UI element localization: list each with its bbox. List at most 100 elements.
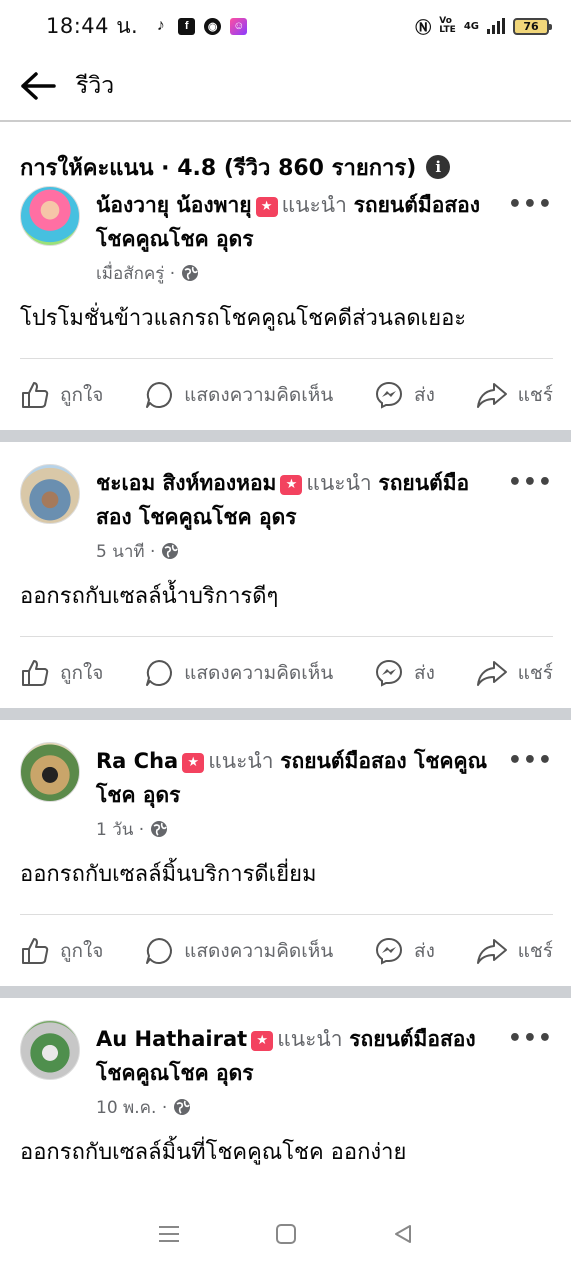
volte-icon: Vo LTE: [439, 16, 456, 35]
app-header: รีวิว: [0, 52, 571, 122]
recommends-label: แนะนำ: [281, 193, 347, 217]
notification-icons: ♪ f ◉ ☺: [152, 17, 248, 35]
like-button[interactable]: ถูกใจ: [20, 380, 103, 410]
send-label: ส่ง: [414, 383, 435, 406]
share-label: แชร์: [517, 383, 553, 406]
review-item: ชะเอม สิงห์ทองหอม ★ แนะนำ รถยนต์มือสอง โชค…: [0, 442, 571, 708]
battery-icon: 76: [513, 17, 552, 35]
review-time[interactable]: 10 พ.ค. ·: [96, 1094, 167, 1121]
more-options-icon[interactable]: •••: [508, 748, 553, 773]
recommend-badge-icon: ★: [255, 197, 278, 217]
review-header: Au Hathairat ★ แนะนำ รถยนต์มือสอง โชคคูณโช…: [20, 1020, 553, 1124]
tiktok-icon: ♪: [156, 17, 165, 34]
review-time[interactable]: 1 วัน ·: [96, 816, 144, 843]
globe-icon: [151, 821, 168, 837]
review-separator: [0, 986, 571, 998]
send-button[interactable]: ส่ง: [374, 380, 435, 410]
review-heading: Ra Cha ★ แนะนำ รถยนต์มือสอง โชคคูณโชค อุดร…: [96, 742, 496, 846]
send-label: ส่ง: [414, 939, 435, 962]
like-label: ถูกใจ: [60, 383, 104, 406]
thumbs-up-icon: [22, 937, 49, 964]
share-label: แชร์: [517, 939, 553, 962]
like-label: ถูกใจ: [60, 939, 104, 962]
reviewer-name[interactable]: Au Hathairat: [96, 1027, 247, 1051]
thumbs-up-icon: [22, 381, 49, 408]
menu-nav-icon[interactable]: [158, 1223, 180, 1249]
back-arrow-icon[interactable]: [20, 68, 56, 104]
avatar[interactable]: [20, 186, 80, 246]
review-meta: เมื่อสักครู่ ·: [96, 256, 496, 290]
review-title-line: Ra Cha ★ แนะนำ รถยนต์มือสอง โชคคูณโชค อุดร: [96, 744, 496, 812]
like-button[interactable]: ถูกใจ: [20, 658, 103, 688]
review-time[interactable]: เมื่อสักครู่ ·: [96, 260, 175, 287]
avatar[interactable]: [20, 464, 80, 524]
review-title-line: น้องวายุ น้องพายุ ★ แนะนำ รถยนต์มือสอง โชค…: [96, 188, 496, 256]
avatar[interactable]: [20, 1020, 80, 1080]
recommend-badge-icon: ★: [182, 753, 205, 773]
comment-label: แสดงความคิดเห็น: [184, 939, 334, 962]
share-button[interactable]: แชร์: [476, 380, 553, 410]
review-item: Ra Cha ★ แนะนำ รถยนต์มือสอง โชคคูณโชค อุดร…: [0, 720, 571, 986]
thumbs-up-icon: [22, 659, 49, 686]
messenger-icon: [376, 937, 403, 965]
share-button[interactable]: แชร์: [476, 658, 553, 688]
share-button[interactable]: แชร์: [476, 936, 553, 966]
rating-summary-text: การให้คะแนน · 4.8 (รีวิว 860 รายการ): [20, 155, 417, 181]
like-label: ถูกใจ: [60, 661, 104, 684]
status-right: Ⓝ Vo LTE 4G 76: [415, 14, 552, 38]
recommend-badge-icon: ★: [280, 475, 303, 495]
status-bar: 18:44 น. ♪ f ◉ ☺ Ⓝ Vo LTE 4G 76: [0, 0, 571, 52]
chrome-icon: ◉: [204, 17, 222, 35]
review-heading: น้องวายุ น้องพายุ ★ แนะนำ รถยนต์มือสอง โชค…: [96, 186, 496, 290]
back-nav-icon[interactable]: [392, 1223, 414, 1249]
review-text: ออกรถกับเซลล์มิ้นบริการดีเยี่ยม: [20, 862, 317, 887]
review-item: Au Hathairat ★ แนะนำ รถยนต์มือสอง โชคคูณโช…: [0, 998, 571, 1188]
comment-button[interactable]: แสดงความคิดเห็น: [144, 936, 333, 966]
review-list: น้องวายุ น้องพายุ ★ แนะนำ รถยนต์มือสอง โชค…: [0, 186, 571, 1188]
home-nav-icon[interactable]: [275, 1223, 297, 1249]
review-actions: ถูกใจ แสดงความคิดเห็น ส่ง แชร์: [20, 914, 553, 986]
more-options-icon[interactable]: •••: [508, 1026, 553, 1051]
share-label: แชร์: [517, 661, 553, 684]
like-button[interactable]: ถูกใจ: [20, 936, 103, 966]
reviewer-name[interactable]: ชะเอม สิงห์ทองหอม: [96, 471, 276, 495]
review-heading: Au Hathairat ★ แนะนำ รถยนต์มือสอง โชคคูณโช…: [96, 1020, 496, 1124]
review-heading: ชะเอม สิงห์ทองหอม ★ แนะนำ รถยนต์มือสอง โชค…: [96, 464, 496, 568]
nfc-icon: Ⓝ: [415, 18, 432, 37]
review-title-line: ชะเอม สิงห์ทองหอม ★ แนะนำ รถยนต์มือสอง โชค…: [96, 466, 496, 534]
review-actions: ถูกใจ แสดงความคิดเห็น ส่ง แชร์: [20, 358, 553, 430]
share-arrow-icon: [476, 938, 507, 964]
app-notification-icon: ☺: [230, 17, 248, 35]
reviewer-name[interactable]: Ra Cha: [96, 749, 178, 773]
comment-bubble-icon: [146, 659, 173, 686]
review-item: น้องวายุ น้องพายุ ★ แนะนำ รถยนต์มือสอง โชค…: [0, 186, 571, 430]
review-text: โปรโมชั่นข้าวแลกรถโชคคูณโชคดีส่วนลดเยอะ: [20, 306, 467, 331]
reviewer-name[interactable]: น้องวายุ น้องพายุ: [96, 193, 252, 217]
send-button[interactable]: ส่ง: [374, 658, 435, 688]
comment-label: แสดงความคิดเห็น: [184, 661, 334, 684]
rating-summary: การให้คะแนน · 4.8 (รีวิว 860 รายการ) i: [0, 122, 571, 186]
review-time[interactable]: 5 นาที ·: [96, 538, 155, 565]
comment-bubble-icon: [146, 381, 173, 408]
globe-icon: [162, 543, 179, 559]
review-header: ชะเอม สิงห์ทองหอม ★ แนะนำ รถยนต์มือสอง โชค…: [20, 464, 553, 568]
more-options-icon[interactable]: •••: [508, 192, 553, 217]
globe-icon: [182, 265, 199, 281]
comment-button[interactable]: แสดงความคิดเห็น: [144, 380, 333, 410]
recommends-label: แนะนำ: [277, 1027, 343, 1051]
recommend-badge-icon: ★: [251, 1031, 274, 1051]
review-header: น้องวายุ น้องพายุ ★ แนะนำ รถยนต์มือสอง โชค…: [20, 186, 553, 290]
messenger-icon: [376, 659, 403, 687]
facebook-icon: f: [178, 17, 196, 35]
recommends-label: แนะนำ: [208, 749, 274, 773]
avatar[interactable]: [20, 742, 80, 802]
review-header: Ra Cha ★ แนะนำ รถยนต์มือสอง โชคคูณโชค อุดร…: [20, 742, 553, 846]
review-actions: ถูกใจ แสดงความคิดเห็น ส่ง แชร์: [20, 636, 553, 708]
more-options-icon[interactable]: •••: [508, 470, 553, 495]
review-meta: 10 พ.ค. ·: [96, 1090, 496, 1124]
send-button[interactable]: ส่ง: [374, 936, 435, 966]
info-icon[interactable]: i: [426, 155, 451, 179]
review-separator: [0, 708, 571, 720]
page-title: รีวิว: [76, 73, 115, 99]
comment-button[interactable]: แสดงความคิดเห็น: [144, 658, 333, 688]
